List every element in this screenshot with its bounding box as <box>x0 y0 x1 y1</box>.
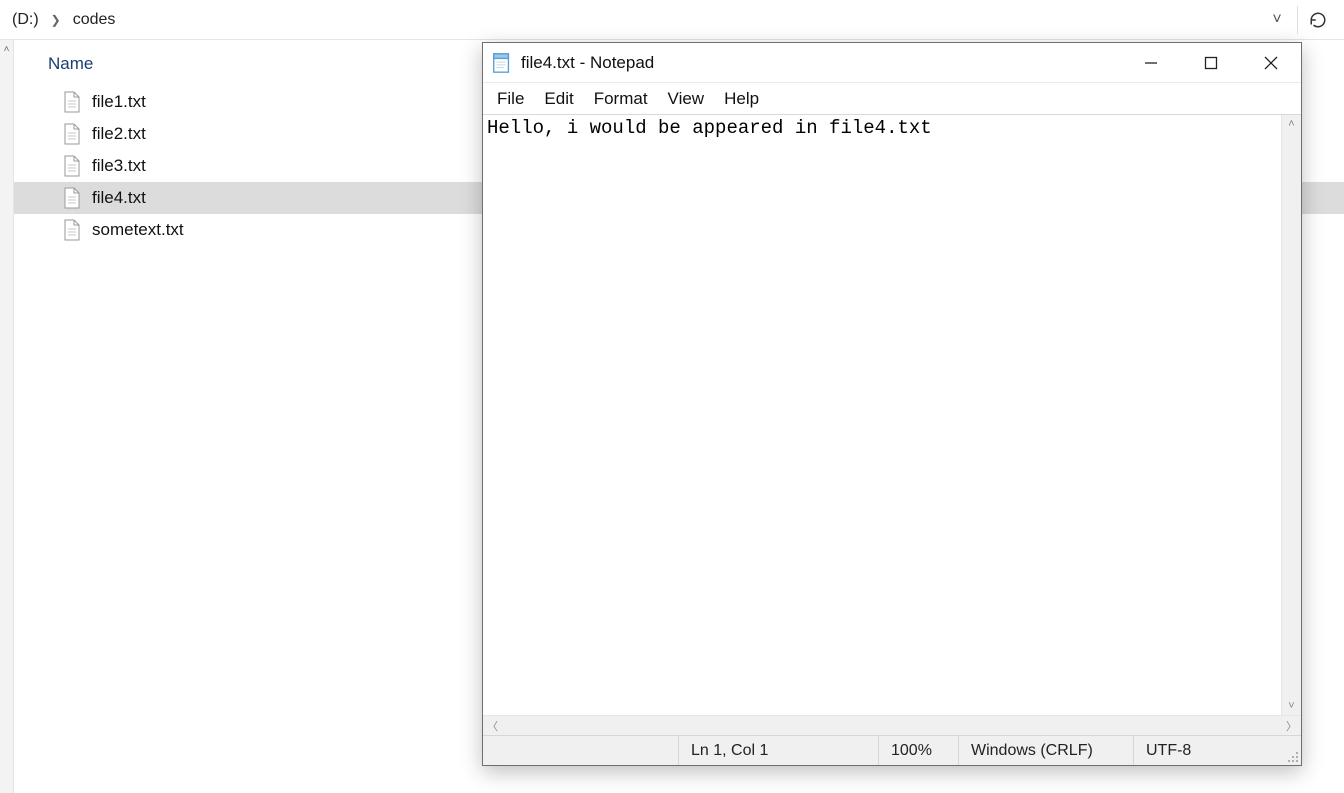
notepad-app-icon <box>491 52 513 74</box>
scroll-left-arrow-icon[interactable]: 〈 <box>487 718 498 734</box>
menu-edit[interactable]: Edit <box>534 87 583 111</box>
refresh-icon[interactable] <box>1298 0 1338 40</box>
status-position: Ln 1, Col 1 <box>678 736 878 765</box>
text-file-icon <box>62 186 82 210</box>
scroll-right-arrow-icon[interactable]: 〉 <box>1286 718 1297 734</box>
chevron-right-icon: ❯ <box>45 13 67 27</box>
notepad-editor[interactable]: Hello, i would be appeared in file4.txt <box>483 115 1281 715</box>
file-name: file2.txt <box>92 124 146 144</box>
maximize-button[interactable] <box>1181 44 1241 82</box>
column-header-label: Name <box>48 54 93 74</box>
menu-format[interactable]: Format <box>584 87 658 111</box>
notepad-titlebar[interactable]: file4.txt - Notepad <box>483 43 1301 83</box>
menu-view[interactable]: View <box>658 87 715 111</box>
menu-file[interactable]: File <box>487 87 534 111</box>
scroll-up-arrow-icon[interactable]: ˄ <box>1288 118 1294 130</box>
vertical-scrollbar[interactable]: ˄ ˅ <box>1281 115 1301 715</box>
status-line-ending: Windows (CRLF) <box>958 736 1133 765</box>
notepad-title: file4.txt - Notepad <box>521 53 654 73</box>
notepad-window: file4.txt - Notepad File Edit Format Vie… <box>482 42 1302 766</box>
status-zoom: 100% <box>878 736 958 765</box>
text-file-icon <box>62 154 82 178</box>
text-file-icon <box>62 218 82 242</box>
notepad-statusbar: Ln 1, Col 1 100% Windows (CRLF) UTF-8 <box>483 735 1301 765</box>
close-button[interactable] <box>1241 44 1301 82</box>
nav-collapse-arrow[interactable]: ˄ <box>0 40 14 793</box>
file-name: file3.txt <box>92 156 146 176</box>
text-file-icon <box>62 90 82 114</box>
notepad-content-area: Hello, i would be appeared in file4.txt … <box>483 115 1301 715</box>
file-name: sometext.txt <box>92 220 184 240</box>
status-encoding: UTF-8 <box>1133 736 1283 765</box>
minimize-button[interactable] <box>1121 44 1181 82</box>
scroll-down-arrow-icon[interactable]: ˅ <box>1288 700 1294 712</box>
file-name: file4.txt <box>92 188 146 208</box>
text-file-icon <box>62 122 82 146</box>
breadcrumb-folder[interactable]: codes <box>67 11 122 29</box>
chevron-down-icon[interactable]: ˅ <box>1257 0 1297 40</box>
notepad-menubar: File Edit Format View Help <box>483 83 1301 115</box>
breadcrumb-drive[interactable]: (D:) <box>6 11 45 29</box>
file-name: file1.txt <box>92 92 146 112</box>
menu-help[interactable]: Help <box>714 87 769 111</box>
horizontal-scrollbar[interactable]: 〈 〉 <box>483 715 1301 735</box>
resize-grip-icon[interactable] <box>1283 736 1301 765</box>
status-spacer <box>483 736 678 765</box>
explorer-address-bar[interactable]: (D:) ❯ codes ˅ <box>0 0 1344 40</box>
